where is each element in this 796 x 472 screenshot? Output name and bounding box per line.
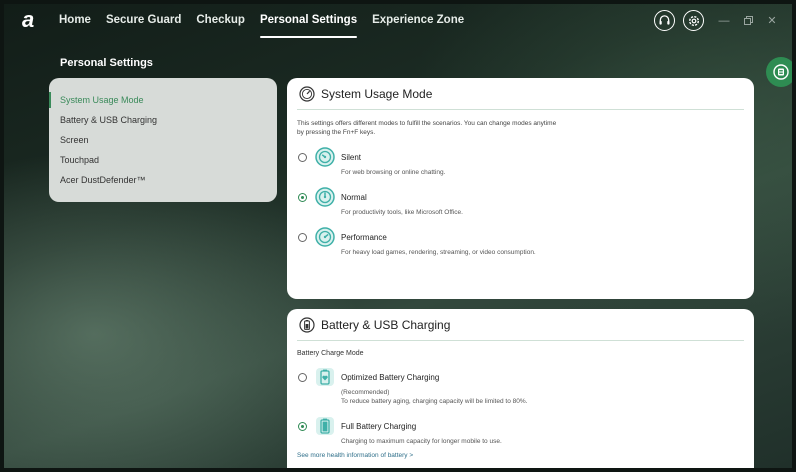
mode-option-silent[interactable]: Silent For web browsing or online chatti… — [297, 147, 744, 177]
top-bar: a Home Secure Guard Checkup Personal Set… — [4, 4, 792, 38]
silent-label: Silent — [341, 152, 362, 162]
silent-radio[interactable] — [298, 152, 307, 162]
system-usage-mode-card: System Usage Mode This settings offers d… — [287, 78, 754, 299]
sidebar-item-system-usage-mode[interactable]: System Usage Mode — [49, 92, 277, 114]
nav-checkup[interactable]: Checkup — [196, 4, 245, 38]
battery-full-icon — [316, 417, 334, 435]
gear-icon — [688, 15, 699, 26]
battery-icon — [299, 316, 315, 333]
nav-experience-zone[interactable]: Experience Zone — [372, 4, 464, 38]
settings-button[interactable] — [683, 10, 704, 31]
charge-option-full[interactable]: Full Battery Charging Charging to maximu… — [297, 416, 744, 446]
restore-icon — [743, 16, 753, 25]
minimize-icon: — — [718, 14, 730, 27]
normal-mode-icon — [315, 187, 335, 207]
settings-sidebar: System Usage Mode Battery & USB Charging… — [49, 78, 277, 202]
restore-button[interactable] — [736, 10, 760, 31]
speedometer-icon — [299, 85, 315, 102]
support-headset-button[interactable] — [654, 10, 675, 31]
normal-radio[interactable] — [298, 192, 307, 202]
full-charging-label: Full Battery Charging — [341, 421, 417, 431]
optimized-charging-radio[interactable] — [298, 372, 307, 382]
quick-panel-button[interactable] — [766, 57, 792, 87]
performance-radio[interactable] — [298, 232, 307, 242]
headset-icon — [659, 15, 670, 25]
battery-usb-charging-card: Battery & USB Charging Battery Charge Mo… — [287, 309, 754, 468]
sidebar-item-battery-usb-charging[interactable]: Battery & USB Charging — [49, 114, 277, 134]
card-title: System Usage Mode — [321, 86, 433, 101]
normal-description: For productivity tools, like Microsoft O… — [341, 209, 463, 216]
mode-option-performance[interactable]: Performance For heavy load games, render… — [297, 227, 744, 257]
full-charging-radio[interactable] — [298, 421, 307, 431]
charge-option-optimized[interactable]: Optimized Battery Charging (Recommended)… — [297, 367, 744, 406]
card-title: Battery & USB Charging — [321, 317, 451, 332]
page-title: Personal Settings — [60, 57, 153, 69]
battery-health-link[interactable]: See more health information of battery > — [297, 452, 744, 459]
optimized-charging-description: (Recommended) To reduce battery aging, c… — [341, 389, 528, 405]
card-description: This settings offers different modes to … — [297, 120, 557, 136]
acer-logo: a — [22, 7, 35, 32]
window-controls: — ✕ — [654, 10, 784, 31]
mode-option-normal[interactable]: Normal For productivity tools, like Micr… — [297, 187, 744, 217]
nav-secure-guard[interactable]: Secure Guard — [106, 4, 181, 38]
minimize-button[interactable]: — — [712, 10, 736, 31]
list-icon — [773, 64, 789, 80]
performance-description: For heavy load games, rendering, streami… — [341, 249, 536, 256]
card-header: System Usage Mode — [297, 78, 744, 110]
sidebar-item-dustdefender[interactable]: Acer DustDefender™ — [49, 174, 277, 194]
normal-label: Normal — [341, 192, 367, 202]
sidebar-item-screen[interactable]: Screen — [49, 134, 277, 154]
sidebar-item-touchpad[interactable]: Touchpad — [49, 154, 277, 174]
close-button[interactable]: ✕ — [760, 10, 784, 31]
nav-personal-settings[interactable]: Personal Settings — [259, 4, 358, 38]
main-nav: Home Secure Guard Checkup Personal Setti… — [59, 4, 479, 38]
close-icon: ✕ — [767, 15, 777, 27]
battery-heart-icon — [316, 368, 334, 386]
app-window: a Home Secure Guard Checkup Personal Set… — [4, 4, 792, 468]
card-header: Battery & USB Charging — [297, 309, 744, 341]
performance-mode-icon — [315, 227, 335, 247]
battery-charge-mode-label: Battery Charge Mode — [297, 350, 364, 357]
nav-home[interactable]: Home — [59, 4, 91, 38]
optimized-charging-label: Optimized Battery Charging — [341, 372, 440, 382]
silent-mode-icon — [315, 147, 335, 167]
performance-label: Performance — [341, 232, 387, 242]
silent-description: For web browsing or online chatting. — [341, 169, 446, 176]
full-charging-description: Charging to maximum capacity for longer … — [341, 438, 502, 445]
